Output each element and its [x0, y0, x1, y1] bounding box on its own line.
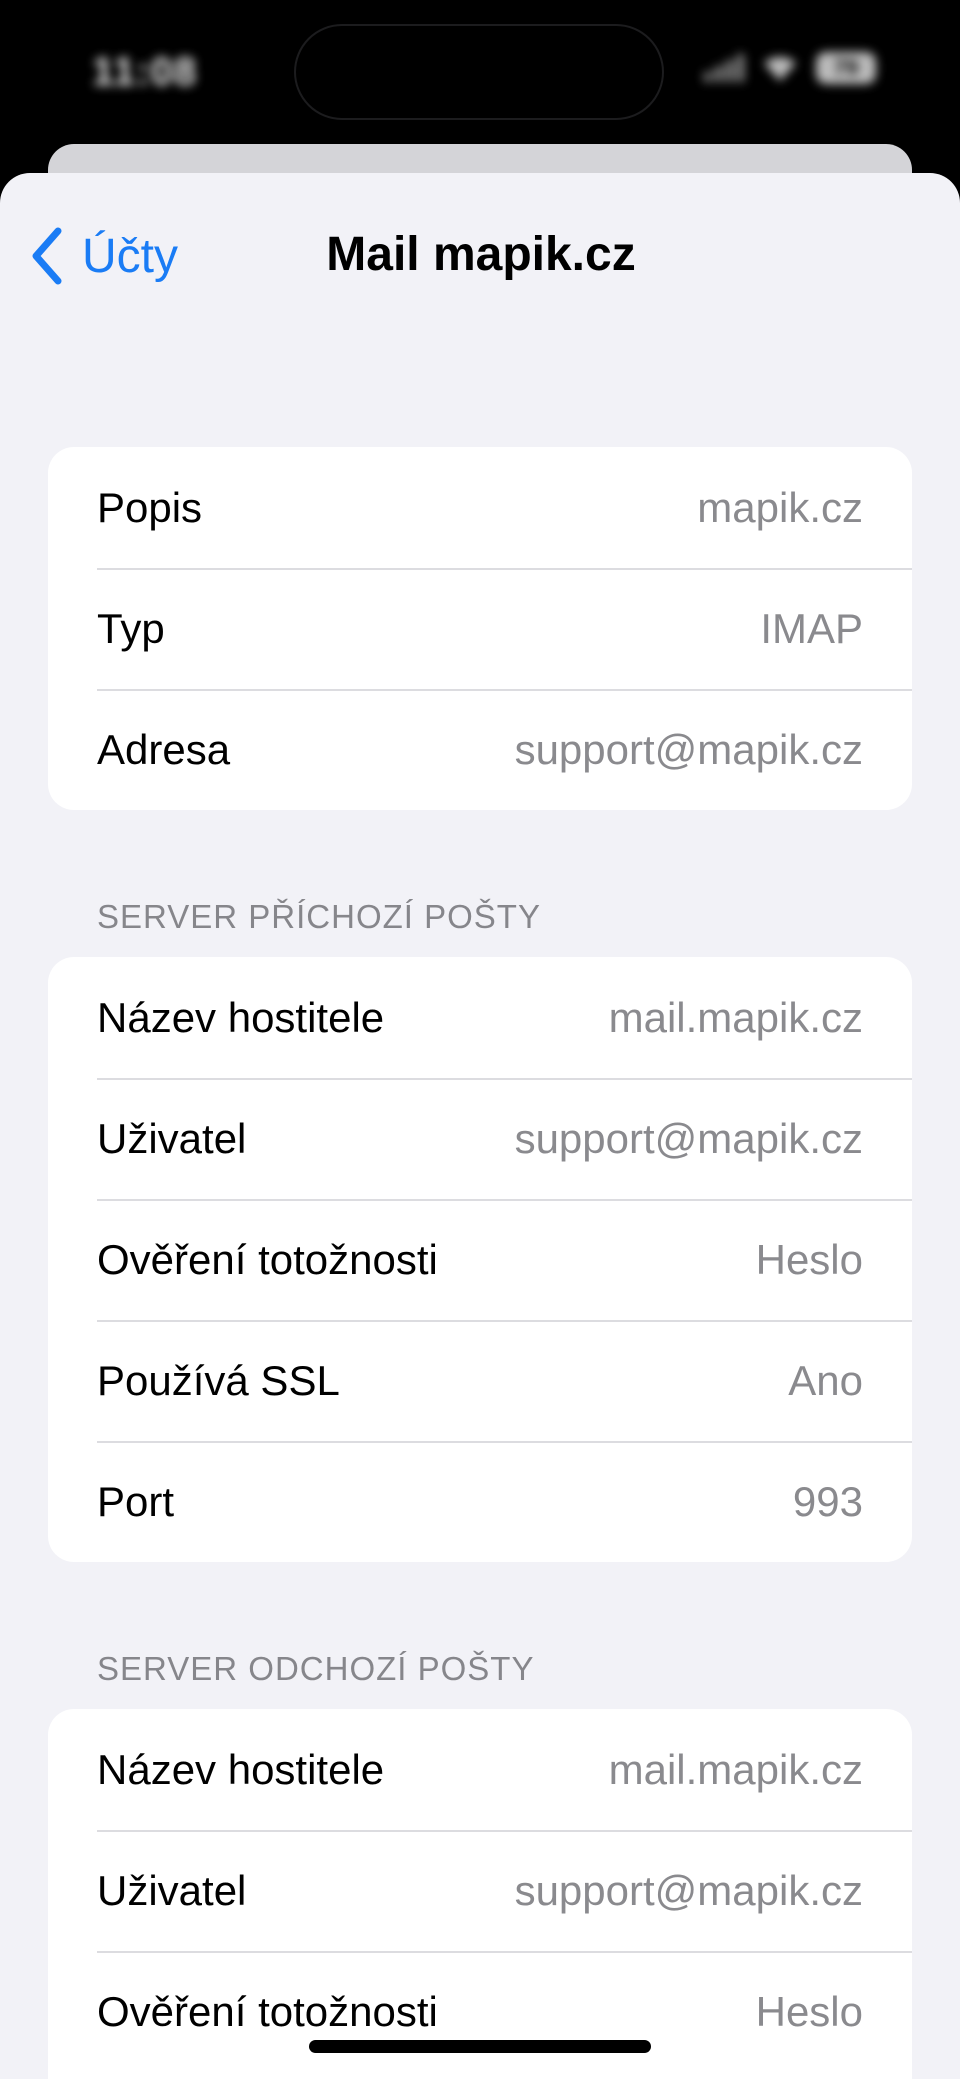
row-value: mail.mapik.cz — [608, 1745, 863, 1793]
row-value: support@mapik.cz — [514, 725, 863, 773]
outgoing-authentication-row[interactable]: Ověření totožnosti Heslo — [48, 1951, 912, 2072]
incoming-authentication-row[interactable]: Ověření totožnosti Heslo — [48, 1199, 912, 1320]
row-label: Název hostitele — [97, 993, 385, 1041]
row-value: Ano — [788, 1356, 863, 1404]
status-icons: 79 — [704, 52, 876, 84]
row-label: Uživatel — [97, 1866, 247, 1914]
row-label: Adresa — [97, 725, 231, 773]
outgoing-hostname-row[interactable]: Název hostitele mail.mapik.cz — [48, 1709, 912, 1830]
row-value: mail.mapik.cz — [608, 993, 863, 1041]
row-value: mapik.cz — [697, 483, 863, 531]
incoming-ssl-row[interactable]: Používá SSL Ano — [48, 1320, 912, 1441]
outgoing-server-header: SERVER ODCHOZÍ POŠTY — [97, 1650, 535, 1687]
row-value: IMAP — [760, 604, 863, 652]
outgoing-username-row[interactable]: Uživatel support@mapik.cz — [48, 1830, 912, 1951]
row-label: Používá SSL — [97, 1356, 340, 1404]
status-time: 11:08 — [92, 50, 198, 94]
incoming-server-header: SERVER PŘÍCHOZÍ POŠTY — [97, 898, 541, 935]
description-row[interactable]: Popis mapik.cz — [48, 447, 912, 568]
row-label: Typ — [97, 604, 165, 652]
row-value: 993 — [792, 1477, 863, 1525]
type-row: Typ IMAP — [48, 568, 912, 689]
incoming-hostname-row[interactable]: Název hostitele mail.mapik.cz — [48, 957, 912, 1078]
account-settings-sheet: Účty Mail mapik.cz Popis mapik.cz Typ IM… — [0, 173, 960, 2079]
incoming-port-row[interactable]: Port 993 — [48, 1441, 912, 1562]
status-bar: 11:08 79 — [0, 0, 960, 140]
row-label: Uživatel — [97, 1114, 247, 1162]
screen: 11:08 79 Účty Mail mapik.cz Popis mapik.… — [0, 0, 960, 2079]
cellular-signal-icon — [704, 54, 744, 82]
page-title: Mail mapik.cz — [326, 228, 636, 281]
incoming-username-row[interactable]: Uživatel support@mapik.cz — [48, 1078, 912, 1199]
address-row[interactable]: Adresa support@mapik.cz — [48, 689, 912, 810]
home-indicator[interactable] — [309, 2040, 651, 2053]
row-label: Ověření totožnosti — [97, 1235, 438, 1283]
outgoing-server-group: Název hostitele mail.mapik.cz Uživatel s… — [48, 1709, 912, 2079]
battery-icon: 79 — [816, 52, 876, 84]
row-value: support@mapik.cz — [514, 1114, 863, 1162]
row-label: Port — [97, 1477, 175, 1525]
row-label: Popis — [97, 483, 203, 531]
account-info-group: Popis mapik.cz Typ IMAP Adresa support@m… — [48, 447, 912, 810]
incoming-server-group: Název hostitele mail.mapik.cz Uživatel s… — [48, 957, 912, 1562]
row-label: Název hostitele — [97, 1745, 385, 1793]
row-label: Ověření totožnosti — [97, 1987, 438, 2035]
dynamic-island — [294, 24, 664, 120]
row-value: Heslo — [755, 1987, 863, 2035]
navigation-bar: Účty Mail mapik.cz — [0, 173, 960, 343]
wifi-icon — [764, 56, 796, 81]
row-value: support@mapik.cz — [514, 1866, 863, 1914]
row-value: Heslo — [755, 1235, 863, 1283]
